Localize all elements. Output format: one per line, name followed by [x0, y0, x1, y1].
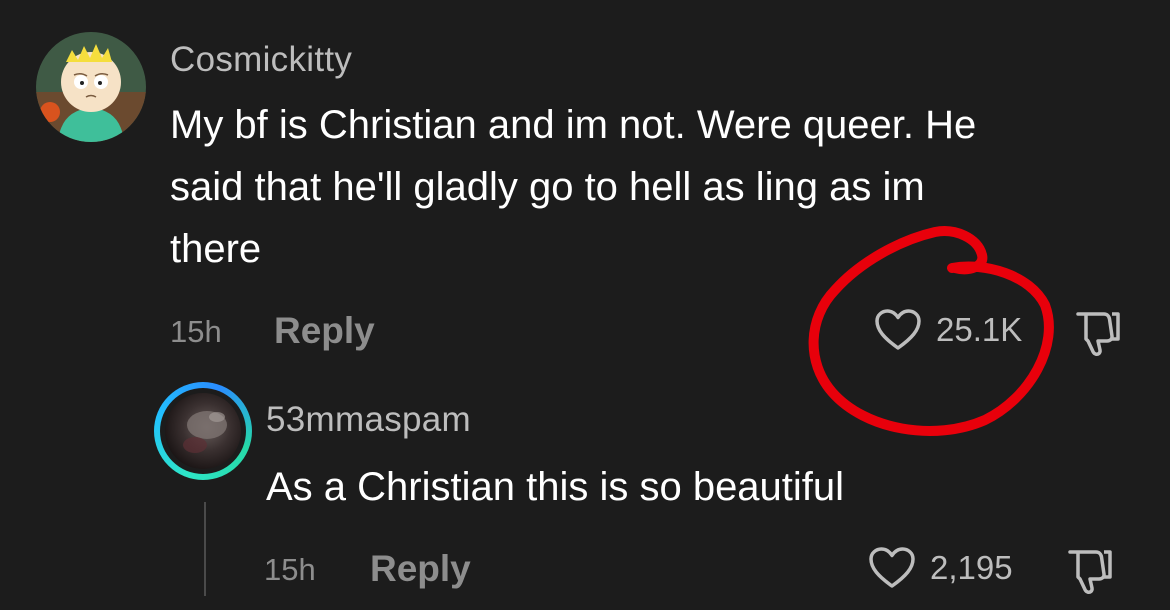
reply-avatar: [165, 393, 241, 469]
commenter-username[interactable]: Cosmickitty: [170, 40, 352, 80]
comment-text-line-1: My bf is Christian and im not. Were quee…: [170, 103, 977, 147]
reply-username[interactable]: 53mmaspam: [266, 400, 471, 440]
comment-dislike-button[interactable]: [1072, 308, 1124, 363]
thumbs-down-outline-icon: [1068, 550, 1112, 594]
thumbs-down-outline-icon: [1076, 312, 1120, 356]
reply-text: As a Christian this is so beautiful: [266, 465, 845, 509]
butters-avatar-image: [36, 32, 146, 142]
comment-like-button[interactable]: 25.1K: [874, 308, 1022, 352]
commenter-avatar[interactable]: [36, 32, 146, 142]
reply-avatar-photo-image: [183, 411, 227, 453]
heart-outline-icon: [875, 309, 921, 350]
reply-like-count: 2,195: [930, 549, 1013, 586]
comment-text-line-2: said that he'll gladly go to hell as lin…: [170, 165, 925, 209]
reply-avatar-ring[interactable]: [154, 382, 252, 480]
reply-reply-button[interactable]: Reply: [370, 548, 471, 590]
thread-connector-line: [204, 502, 206, 596]
reply-like-button[interactable]: 2,195: [868, 546, 1013, 590]
comment-like-count: 25.1K: [936, 311, 1023, 348]
comment-reply-button[interactable]: Reply: [274, 310, 375, 352]
comment-text-line-3: there: [170, 227, 262, 271]
reply-timestamp: 15h: [264, 552, 316, 587]
comment-timestamp: 15h: [170, 314, 222, 349]
reply-dislike-button[interactable]: [1064, 546, 1116, 601]
red-circle-annotation: [808, 226, 1054, 436]
heart-outline-icon: [869, 547, 915, 588]
